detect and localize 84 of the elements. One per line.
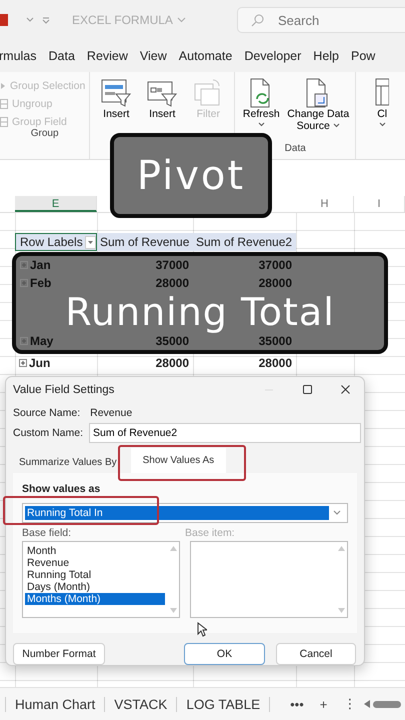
menu-tab[interactable]: Help <box>313 49 340 63</box>
customize-icon[interactable] <box>42 16 50 24</box>
caption-text: Running Total <box>64 292 336 332</box>
close-icon[interactable] <box>340 385 350 394</box>
column-header[interactable]: I <box>354 196 405 212</box>
group-label: Group <box>30 128 59 139</box>
expand-icon[interactable] <box>19 359 27 367</box>
chevron-icon <box>176 17 186 23</box>
menu-tab[interactable]: Data <box>48 49 75 63</box>
column-header-cell-text: Sum of Revenue <box>99 235 190 249</box>
table-cell-text: 28000 <box>154 356 190 370</box>
list-item[interactable]: Month <box>25 545 165 558</box>
chevron-icon[interactable] <box>26 17 34 23</box>
menu-tab[interactable]: Pow <box>351 49 376 63</box>
table-cell-text: 37000 <box>154 258 190 272</box>
table-cell-text: 35000 <box>258 334 293 348</box>
group-label: Data <box>284 143 306 154</box>
table-cell-text: 28000 <box>154 276 190 290</box>
scroll-down-icon[interactable] <box>338 608 344 614</box>
ribbon-button[interactable]: Insert <box>140 76 184 121</box>
sheet-control[interactable]: + <box>312 696 336 712</box>
grid-icon <box>0 117 8 127</box>
table-cell: May <box>16 334 97 348</box>
grid-icon <box>0 99 8 109</box>
sheet-control[interactable]: ••• <box>282 696 312 712</box>
section-label: Show values as <box>22 483 102 496</box>
table-cell: Feb <box>16 276 97 290</box>
ribbon-button[interactable]: Insert <box>94 76 138 121</box>
sheet-tab[interactable]: VSTACK <box>105 696 178 712</box>
list-item[interactable]: Days (Month) <box>25 581 165 594</box>
caption-text: Pivot <box>110 133 272 218</box>
table-cell-text: 28000 <box>258 276 293 290</box>
base-item-list[interactable] <box>190 541 348 618</box>
list-item[interactable]: Revenue <box>25 557 165 570</box>
sheet-tab[interactable]: Human Chart <box>5 696 106 712</box>
dialog-tab[interactable]: Summarize Values By <box>13 452 123 474</box>
row-labels-header[interactable]: Row Labels <box>15 233 97 251</box>
arrow-icon <box>0 82 6 90</box>
scroll-up-icon[interactable] <box>170 546 176 552</box>
dialog-button[interactable]: Cancel <box>276 643 356 666</box>
show-values-dropdown[interactable]: Running Total In <box>22 503 348 524</box>
menu-tab[interactable]: Review <box>86 49 128 63</box>
sheet-control[interactable]: ⋮ <box>335 696 364 712</box>
slicer-icon <box>101 78 132 108</box>
maximize-icon[interactable] <box>302 385 312 394</box>
field-label: Base field: <box>22 527 72 540</box>
sheet-tab[interactable]: LOG TABLE <box>177 696 270 712</box>
field-value: Revenue <box>90 406 132 419</box>
scroll-up-icon[interactable] <box>338 546 344 552</box>
search-icon <box>251 14 264 27</box>
table-cell-text: 35000 <box>154 334 190 348</box>
list-item[interactable]: Running Total <box>25 569 165 582</box>
dialog-tab[interactable]: Show Values As <box>130 448 226 474</box>
search-field[interactable]: Search <box>237 7 405 33</box>
menu-tab[interactable]: Developer <box>244 49 302 63</box>
scroll-left-icon[interactable] <box>364 700 370 708</box>
column-header[interactable]: H <box>296 196 354 212</box>
ribbon-button[interactable]: Refresh <box>239 76 284 128</box>
table-icon <box>375 78 390 108</box>
table-cell-text: 37000 <box>258 258 293 272</box>
ribbon-button[interactable]: Cl <box>360 76 404 128</box>
menu-tab[interactable]: rmulas <box>0 49 37 63</box>
scrollbar-thumb[interactable] <box>373 700 402 708</box>
custom-name-field[interactable]: Sum of Revenue2 <box>89 423 362 444</box>
column-header-cell-text: Sum of Revenue2 <box>195 235 294 249</box>
table-cell: Jan <box>16 258 97 272</box>
column-header[interactable]: E <box>15 196 97 212</box>
list-item[interactable]: Months (Month) <box>25 593 165 606</box>
dialog-button[interactable]: Number Format <box>13 643 105 666</box>
table-cell: Jun <box>15 356 97 370</box>
menu-tab[interactable]: Automate <box>178 49 232 63</box>
table-cell-text: 28000 <box>258 356 293 370</box>
field-label: Custom Name: <box>13 427 84 440</box>
menu-tab[interactable]: View <box>140 49 167 63</box>
filter-dropdown[interactable] <box>84 236 96 248</box>
base-field-list[interactable]: Month Revenue Running Total Days (Month) Months (Month) <box>22 541 180 618</box>
dialog-title: Value Field Settings <box>13 384 116 396</box>
field-label: Base item: <box>185 527 236 540</box>
ribbon-button[interactable]: Change Data Source <box>285 76 352 133</box>
app-icon <box>0 14 8 26</box>
dialog-button[interactable]: OK <box>184 643 265 666</box>
dropdown-arrow-icon <box>88 240 93 244</box>
scroll-down-icon[interactable] <box>170 608 176 614</box>
field-label: Source Name: <box>13 406 80 419</box>
